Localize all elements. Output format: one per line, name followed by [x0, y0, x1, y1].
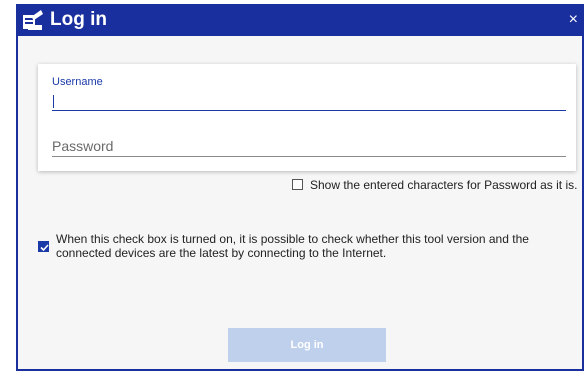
show-password-checkbox[interactable]: [292, 179, 303, 190]
close-icon[interactable]: ×: [569, 10, 578, 30]
login-dialog: Log in × Username Show the entered chara…: [16, 4, 584, 371]
dialog-title: Log in: [50, 9, 107, 30]
checkmark-icon: [40, 244, 49, 252]
title-bar[interactable]: Log in ×: [18, 6, 582, 36]
show-password-label: Show the entered characters for Password…: [310, 178, 578, 192]
app-icon: [23, 10, 43, 30]
password-input[interactable]: [52, 136, 566, 157]
update-check-checkbox[interactable]: [38, 241, 49, 252]
text-cursor: [53, 95, 54, 108]
login-button[interactable]: Log in: [228, 328, 386, 362]
username-label: Username: [52, 76, 103, 88]
username-input[interactable]: [52, 92, 566, 111]
update-check-label: When this check box is turned on, it is …: [56, 232, 529, 260]
credentials-card: Username: [38, 64, 576, 171]
